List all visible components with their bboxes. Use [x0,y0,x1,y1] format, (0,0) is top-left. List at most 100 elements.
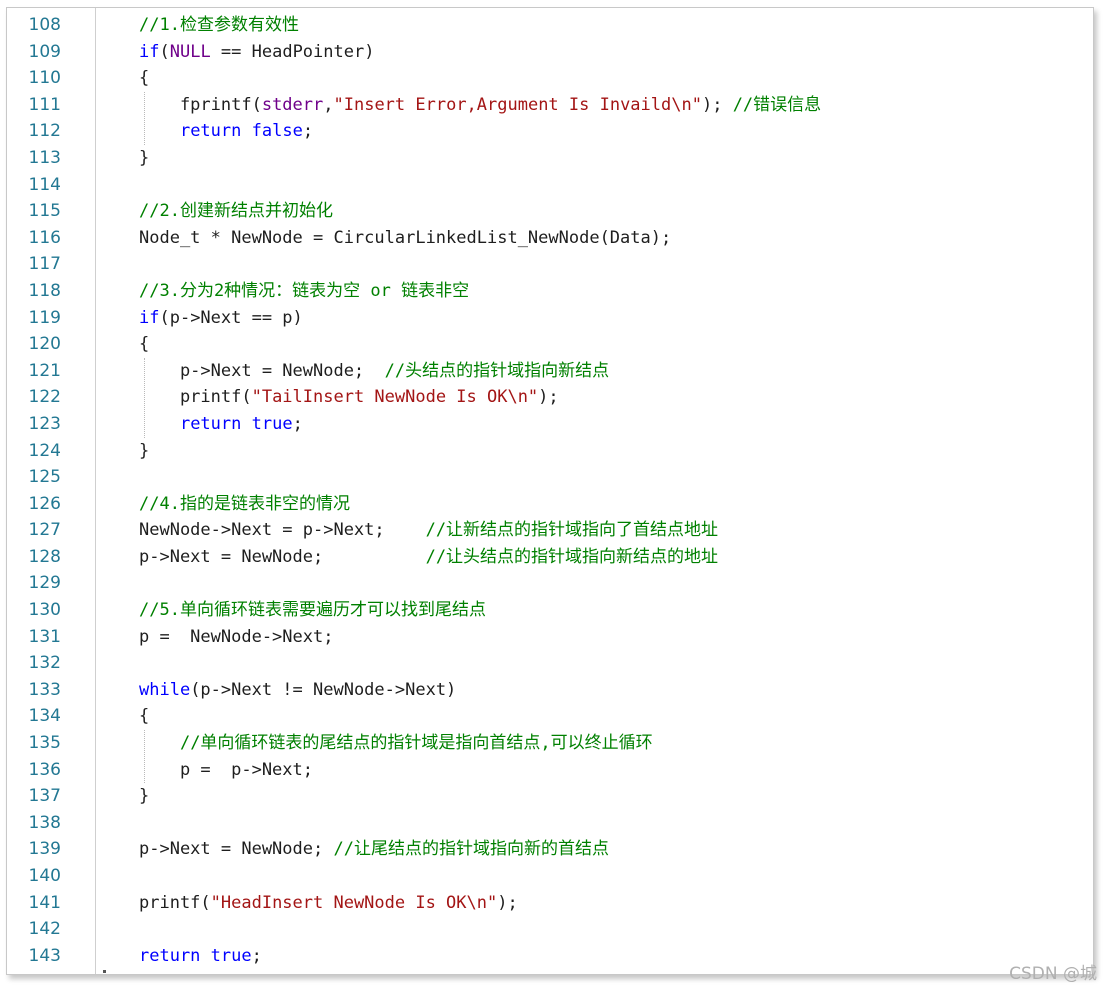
code-line[interactable]: 142 [7,916,1093,943]
code-token: Node_t * NewNode = CircularLinkedList_Ne… [139,227,672,248]
line-number: 133 [28,679,61,700]
line-number: 108 [28,15,61,35]
line-number: 136 [28,759,61,780]
line-number: 131 [28,626,61,647]
code-token: true [251,413,293,434]
code-token: //2.创建新结点并初始化 [139,201,333,222]
code-line[interactable]: 143 return true; [7,943,1093,970]
code-line[interactable]: 139 p->Next = NewNode; //让尾结点的指针域指向新的首结点 [7,836,1093,863]
code-text: //1.检查参数有效性 [139,12,299,39]
line-number: 140 [28,866,61,886]
code-line[interactable]: 118 //3.分为2种情况：链表为空 or 链表非空 [7,278,1093,305]
code-text: //单向循环链表的尾结点的指针域是指向首结点,可以终止循环 [139,730,653,757]
code-token: stderr [261,94,324,115]
code-line[interactable]: 109 if(NULL == HeadPointer) [7,39,1093,66]
code-line[interactable]: 113} [7,145,1093,172]
code-line[interactable]: 132 [7,650,1093,677]
code-text: } [139,145,149,172]
code-line[interactable]: 110 { [7,65,1093,92]
code-token: return [139,945,201,966]
line-number: 141 [28,892,61,913]
code-line[interactable]: 134 { [7,703,1093,730]
line-number: 124 [28,440,61,461]
line-number: 129 [28,573,61,594]
code-line[interactable]: 137} [7,783,1093,810]
code-token: while [139,679,191,700]
code-line[interactable]: 114 [7,172,1093,199]
line-number: 135 [28,733,61,754]
code-text: p = p->Next; [139,757,313,784]
code-line[interactable]: 140 [7,863,1093,890]
code-line[interactable]: 112 return false; [7,118,1093,145]
code-token: p->Next = NewNode; [139,839,334,860]
code-text: return false; [139,118,313,145]
line-number: 122 [28,387,61,408]
code-text: //3.分为2种情况：链表为空 or 链表非空 [139,278,469,305]
line-number: 111 [28,94,61,115]
code-line[interactable]: 119 if(p->Next == p) [7,305,1093,332]
code-line[interactable]: 133 while(p->Next != NewNode->Next) [7,677,1093,704]
code-text: Node_t * NewNode = CircularLinkedList_Ne… [139,225,671,252]
code-token: { [139,68,150,89]
code-token: //1.检查参数有效性 [139,15,299,35]
code-token: ; [302,121,314,142]
code-line[interactable]: 123 return true; [7,411,1093,438]
indent-guide [144,357,145,438]
code-line[interactable]: 136 p = p->Next; [7,757,1093,784]
line-number: 138 [28,812,61,833]
code-token: if [139,307,160,328]
line-number: 143 [28,945,61,966]
code-token: true [210,945,252,966]
line-number: 130 [28,600,61,621]
code-token: } [139,147,150,168]
code-text: fprintf(stderr,"Insert Error,Argument Is… [139,92,821,119]
code-line[interactable]: 141 printf("HeadInsert NewNode Is OK\n"); [7,890,1093,917]
code-token: } [139,440,150,461]
code-line[interactable]: 128 p->Next = NewNode; //让头结点的指针域指向新结点的地址 [7,544,1093,571]
line-number: 128 [28,546,61,567]
code-line[interactable]: 125 [7,464,1093,491]
code-line[interactable]: 120 { [7,331,1093,358]
fold-marker-icon [103,970,106,973]
code-text: p->Next = NewNode; //让尾结点的指针域指向新的首结点 [139,836,609,863]
code-token: //让新结点的指针域指向了首结点地址 [425,520,719,541]
line-number: 114 [28,174,61,195]
code-line[interactable]: 129 [7,570,1093,597]
code-area[interactable]: 108 //1.检查参数有效性 109 if(NULL == HeadPointer)… [7,12,1093,969]
code-token: ; [292,413,303,434]
code-token: false [251,121,303,142]
line-number: 120 [28,334,61,355]
code-text: //4.指的是链表非空的情况 [139,491,350,518]
code-token: ); [701,94,733,115]
code-line[interactable]: 117 [7,251,1093,278]
code-line[interactable]: 124} [7,438,1093,465]
code-text: if(NULL == HeadPointer) [139,39,374,66]
code-line[interactable]: 138 [7,810,1093,837]
code-token: p = p->Next; [139,759,313,780]
code-line[interactable]: 135 //单向循环链表的尾结点的指针域是指向首结点,可以终止循环 [7,730,1093,757]
line-number: 123 [28,413,61,434]
line-number: 125 [28,467,61,488]
code-token: ); [538,387,559,408]
code-text: p->Next = NewNode; //让头结点的指针域指向新结点的地址 [139,544,718,571]
code-token: (p->Next == p) [159,307,303,328]
code-line[interactable]: 130 //5.单向循环链表需要遍历才可以找到尾结点 [7,597,1093,624]
code-line[interactable]: 121 p->Next = NewNode; //头结点的指针域指向新结点 [7,358,1093,385]
code-line[interactable]: 111 fprintf(stderr,"Insert Error,Argumen… [7,92,1093,119]
code-token: { [139,706,150,727]
code-line[interactable]: 108 //1.检查参数有效性 [7,12,1093,39]
code-text: p->Next = NewNode; //头结点的指针域指向新结点 [139,358,609,385]
code-editor-frame: 108 //1.检查参数有效性 109 if(NULL == HeadPointer)… [6,7,1094,975]
code-line[interactable]: 115 //2.创建新结点并初始化 [7,198,1093,225]
line-number: 119 [28,307,61,328]
code-line[interactable]: 127 NewNode->Next = p->Next; //让新结点的指针域指向… [7,517,1093,544]
code-token: if [139,41,160,62]
code-line[interactable]: 131 p = NewNode->Next; [7,624,1093,651]
code-line[interactable]: 126 //4.指的是链表非空的情况 [7,491,1093,518]
code-token: } [139,786,150,807]
code-token: //错误信息 [732,94,822,115]
code-line[interactable]: 122 printf("TailInsert NewNode Is OK\n")… [7,384,1093,411]
code-line[interactable]: 116 Node_t * NewNode = CircularLinkedList… [7,225,1093,252]
line-number: 121 [28,360,61,381]
